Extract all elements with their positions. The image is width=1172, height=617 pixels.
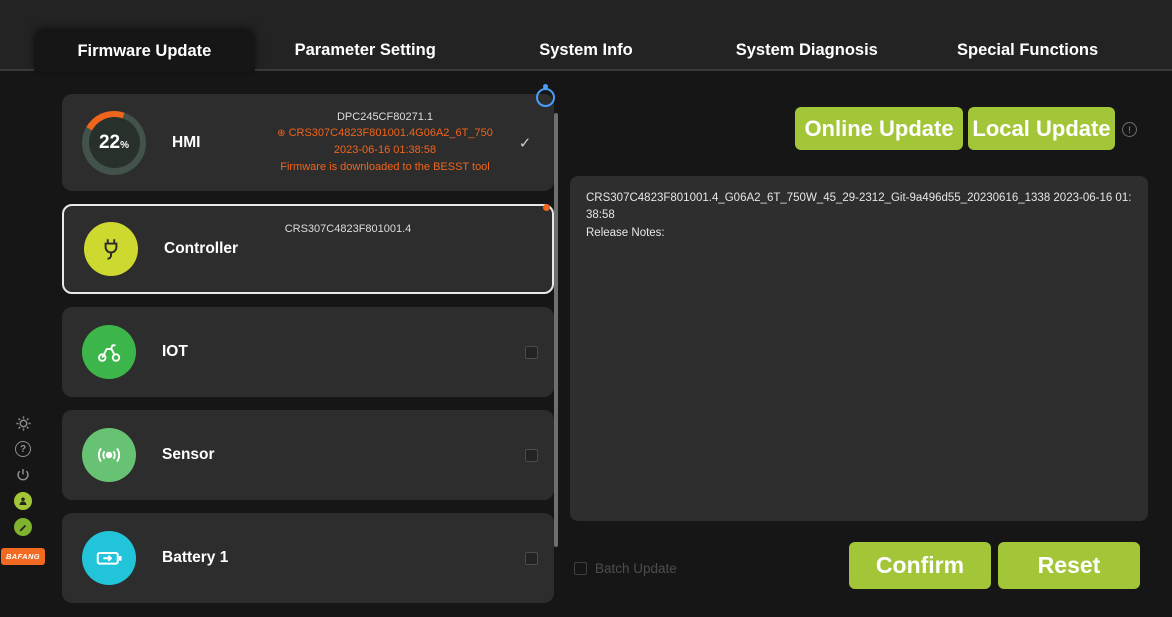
plug-icon	[84, 222, 138, 276]
device-card-hmi[interactable]: 22 % HMI DPC245CF80271.1 ⊕CRS307C4823F80…	[62, 94, 554, 191]
tab-bar: Firmware Update Parameter Setting System…	[0, 0, 1172, 71]
local-update-button[interactable]: Local Update	[968, 107, 1115, 150]
sensor-checkbox[interactable]	[525, 449, 538, 462]
besst-app-window: Firmware Update Parameter Setting System…	[0, 0, 1172, 617]
device-card-iot[interactable]: IOT	[62, 307, 554, 397]
hmi-progress-value: 22	[99, 132, 120, 154]
battery-icon	[82, 531, 136, 585]
download-icon: ⊕	[277, 128, 285, 141]
device-name-hmi: HMI	[172, 134, 258, 152]
batch-update[interactable]: Batch Update	[574, 561, 677, 576]
tab-system-info[interactable]: System Info	[476, 31, 697, 69]
device-card-sensor[interactable]: Sensor	[62, 410, 554, 500]
left-toolbar: ? BAFANG	[4, 414, 42, 565]
hmi-timestamp: 2023-06-16 01:38:58	[334, 144, 436, 158]
device-list: 22 % HMI DPC245CF80271.1 ⊕CRS307C4823F80…	[62, 94, 554, 603]
user-icon[interactable]	[14, 492, 32, 510]
notification-dot	[543, 204, 550, 211]
scooter-icon	[82, 325, 136, 379]
release-notes-panel: CRS307C4823F801001.4_G06A2_6T_750W_45_29…	[570, 176, 1148, 521]
online-update-button[interactable]: Online Update	[795, 107, 963, 150]
batch-update-label: Batch Update	[595, 561, 677, 576]
bafang-logo: BAFANG	[1, 548, 45, 565]
hmi-progress-unit: %	[120, 140, 129, 151]
controller-firmware-version: CRS307C4823F801001.4	[214, 223, 482, 235]
spinner-dot	[543, 84, 548, 89]
device-name-controller: Controller	[164, 240, 250, 258]
hmi-target-firmware: ⊕CRS307C4823F801001.4G06A2_6T_750	[277, 127, 493, 141]
iot-checkbox[interactable]	[525, 346, 538, 359]
hmi-model-number: DPC245CF80271.1	[337, 111, 433, 125]
loading-spinner-icon	[536, 88, 555, 107]
hmi-progress-label: 22 %	[89, 117, 140, 168]
tab-firmware-update[interactable]: Firmware Update	[34, 31, 255, 71]
signal-icon	[82, 428, 136, 482]
firmware-file-name: CRS307C4823F801001.4_G06A2_6T_750W_45_29…	[586, 190, 1132, 225]
device-name-sensor: Sensor	[162, 446, 248, 464]
device-name-iot: IOT	[162, 343, 248, 361]
batch-update-checkbox[interactable]	[574, 562, 587, 575]
edit-icon[interactable]	[14, 518, 32, 536]
release-notes-label: Release Notes:	[586, 225, 1132, 242]
info-icon[interactable]: !	[1122, 122, 1137, 137]
device-list-scrollbar[interactable]	[554, 113, 558, 547]
hmi-firmware-info: DPC245CF80271.1 ⊕CRS307C4823F801001.4G06…	[258, 111, 512, 175]
reset-button[interactable]: Reset	[998, 542, 1140, 589]
tab-special-functions[interactable]: Special Functions	[917, 31, 1138, 69]
battery-checkbox[interactable]	[525, 552, 538, 565]
tab-system-diagnosis[interactable]: System Diagnosis	[696, 31, 917, 69]
check-icon: ✓	[512, 134, 538, 152]
power-icon[interactable]	[14, 466, 32, 484]
device-name-battery: Battery 1	[162, 549, 248, 567]
device-card-battery[interactable]: Battery 1	[62, 513, 554, 603]
device-card-controller[interactable]: Controller CRS307C4823F801001.4	[62, 204, 554, 294]
confirm-button[interactable]: Confirm	[849, 542, 991, 589]
tab-parameter-setting[interactable]: Parameter Setting	[255, 31, 476, 69]
settings-icon[interactable]	[14, 414, 32, 432]
help-icon[interactable]: ?	[14, 440, 32, 458]
hmi-progress-ring: 22 %	[82, 111, 146, 175]
hmi-status-message: Firmware is downloaded to the BESST tool	[280, 161, 490, 175]
